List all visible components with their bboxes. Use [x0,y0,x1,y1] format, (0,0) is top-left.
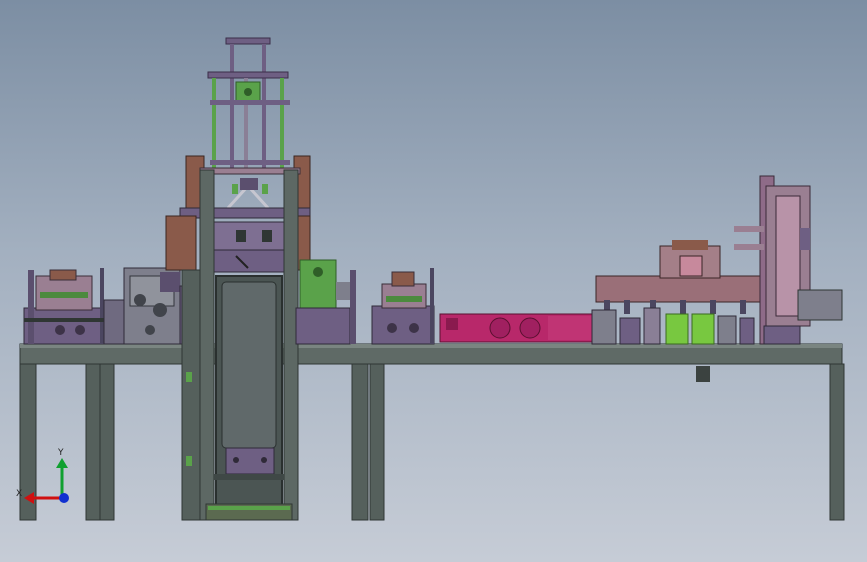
machine-assembly-view[interactable]: Y X [0,0,867,562]
table-leg-5 [369,363,385,521]
left-feed-station[interactable] [23,268,105,345]
press-tower[interactable] [165,37,311,521]
conveyor-beam[interactable] [439,313,593,343]
motor-block[interactable] [295,259,356,345]
work-table[interactable] [19,343,845,521]
triad-x-label: X [16,489,22,499]
lower-station-row[interactable] [591,307,755,345]
table-leg-6 [829,363,845,521]
table-leg-3 [99,363,115,521]
rotary-index-head[interactable] [595,240,767,314]
right-feed-station[interactable] [371,268,435,345]
table-leg-4 [351,363,369,521]
table-foot-block [696,366,710,382]
cad-viewport[interactable]: Y X [0,0,867,562]
triad-y-label: Y [57,448,64,458]
z-axis-dot [59,493,69,503]
